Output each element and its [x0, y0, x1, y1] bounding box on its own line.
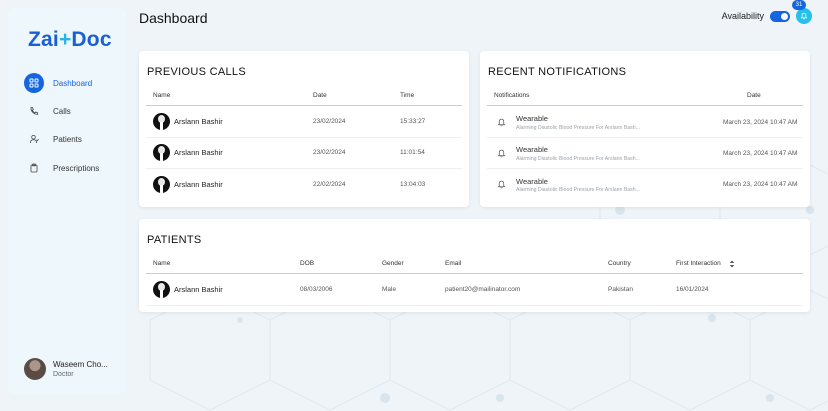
avatar — [153, 176, 170, 193]
notification-title: Wearable — [516, 177, 548, 186]
column-header-dob[interactable]: DOB — [300, 260, 314, 267]
availability-control: Availability 31 — [721, 0, 812, 24]
patient-country: Pakistan — [608, 286, 633, 293]
patients-card: PATIENTS Name DOB Gender Email Country F… — [139, 219, 810, 312]
column-header-name[interactable]: Name — [153, 260, 170, 267]
call-time: 13:04:03 — [400, 181, 426, 188]
sidebar-item-label: Dashboard — [53, 78, 93, 88]
avatar — [153, 281, 170, 298]
avatar — [24, 358, 46, 380]
user-icon — [24, 129, 44, 149]
bell-icon — [497, 180, 506, 189]
patient-name: Arslann Bashir — [174, 180, 223, 189]
bell-icon — [497, 118, 506, 127]
column-header-date: Date — [747, 92, 761, 99]
column-header-time[interactable]: Time — [400, 92, 414, 99]
recent-notifications-card: RECENT NOTIFICATIONS Notifications Date … — [480, 51, 810, 207]
sort-icon[interactable] — [729, 260, 735, 268]
sidebar-item-patients[interactable]: Patients — [24, 128, 124, 150]
sidebar-item-label: Patients — [53, 134, 82, 144]
card-title: PREVIOUS CALLS — [147, 66, 246, 78]
patient-name: Arslann Bashir — [174, 148, 223, 157]
column-header-email[interactable]: Email — [445, 260, 461, 267]
column-header-first-interaction[interactable]: First Interaction — [676, 260, 721, 267]
patient-gender: Male — [382, 286, 397, 293]
bell-icon — [800, 12, 808, 20]
call-time: 11:01:54 — [400, 149, 425, 156]
call-date: 23/02/2024 — [313, 149, 346, 156]
avatar — [153, 144, 170, 161]
user-name: Waseem Cho... — [53, 360, 108, 369]
patient-dob: 08/03/2006 — [300, 286, 333, 293]
call-time: 15:33:27 — [400, 118, 426, 125]
availability-toggle[interactable] — [770, 10, 790, 22]
sidebar-item-calls[interactable]: Calls — [24, 100, 124, 122]
column-header-gender[interactable]: Gender — [382, 260, 404, 267]
column-header-date[interactable]: Date — [313, 92, 327, 99]
patient-first-interaction: 16/01/2024 — [676, 286, 709, 293]
availability-label: Availability — [721, 11, 764, 21]
call-date: 23/02/2024 — [313, 118, 346, 125]
card-title: PATIENTS — [147, 234, 202, 246]
notification-subtitle: Alarming Diastolic Blood Pressure For Ar… — [516, 187, 640, 193]
page-title: Dashboard — [139, 10, 208, 26]
patient-name: Arslann Bashir — [174, 285, 223, 294]
grid-icon — [24, 73, 44, 93]
notifications-button[interactable]: 31 — [792, 0, 812, 24]
notification-title: Wearable — [516, 145, 548, 154]
sidebar: Zai+Doc Dashboard Calls Patients Prescri… — [8, 8, 126, 394]
previous-calls-card: PREVIOUS CALLS Name Date Time Arslann Ba… — [139, 51, 469, 207]
notification-title: Wearable — [516, 114, 548, 123]
column-header-name[interactable]: Name — [153, 92, 170, 99]
user-profile[interactable]: Waseem Cho... Doctor — [24, 358, 108, 380]
bell-icon — [497, 149, 506, 158]
notification-subtitle: Alarming Diastolic Blood Pressure For Ar… — [516, 156, 640, 162]
sidebar-item-label: Prescriptions — [53, 163, 100, 173]
notification-date: March 23, 2024 10:47 AM — [723, 150, 798, 157]
notification-count-badge: 31 — [792, 0, 806, 10]
user-role: Doctor — [53, 371, 74, 378]
patient-email: patient20@mailinator.com — [445, 286, 521, 293]
notification-date: March 23, 2024 10:47 AM — [723, 119, 798, 126]
card-title: RECENT NOTIFICATIONS — [488, 66, 627, 78]
zaidoc-logo[interactable]: Zai+Doc — [28, 28, 112, 52]
phone-icon — [24, 101, 44, 121]
sidebar-item-prescriptions[interactable]: Prescriptions — [24, 157, 124, 179]
patient-name: Arslann Bashir — [174, 117, 223, 126]
notification-subtitle: Alarming Diastolic Blood Pressure For Ar… — [516, 125, 640, 131]
sidebar-item-label: Calls — [53, 106, 71, 116]
call-date: 22/02/2024 — [313, 181, 346, 188]
avatar — [153, 113, 170, 130]
clipboard-icon — [24, 158, 44, 178]
column-header-country[interactable]: Country — [608, 260, 631, 267]
notification-date: March 23, 2024 10:47 AM — [723, 181, 798, 188]
column-header-notifications: Notifications — [494, 92, 530, 99]
sidebar-item-dashboard[interactable]: Dashboard — [24, 72, 124, 94]
